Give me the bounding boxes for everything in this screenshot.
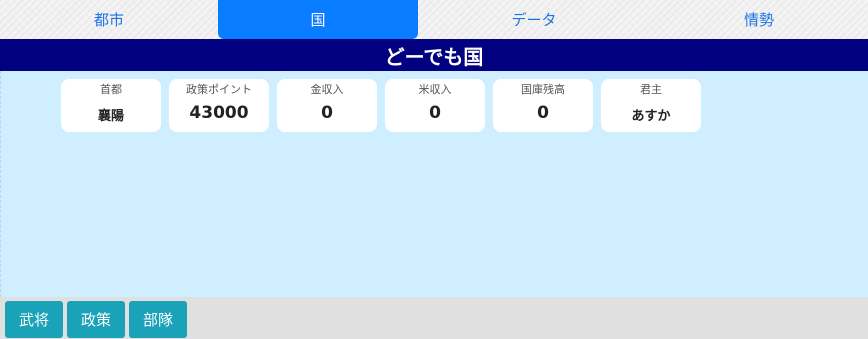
stat-label: 米収入	[418, 83, 452, 96]
stat-value: 0	[429, 103, 441, 123]
tab-data[interactable]: データ	[418, 0, 650, 39]
stat-value: 襄陽	[97, 109, 124, 124]
stat-label: 首都	[100, 83, 122, 96]
stat-value: 0	[321, 103, 333, 123]
stat-label: 君主	[640, 83, 662, 96]
tab-situation[interactable]: 情勢	[650, 0, 868, 39]
stat-card-ruler: 君主 あすか	[601, 79, 701, 132]
stat-label: 国庫残高	[521, 83, 565, 96]
country-name: どーでも国	[384, 44, 484, 69]
stat-card-capital: 首都 襄陽	[61, 79, 161, 132]
stat-value: 43000	[189, 103, 249, 123]
stat-card-rice-income: 米収入 0	[385, 79, 485, 132]
stat-value: 0	[537, 103, 549, 123]
stat-label: 金収入	[310, 83, 344, 96]
country-title: どーでも国	[0, 39, 868, 71]
stat-card-policy-points: 政策ポイント 43000	[169, 79, 269, 132]
stat-label: 政策ポイント	[186, 83, 252, 96]
stat-card-gold-income: 金収入 0	[277, 79, 377, 132]
tab-city[interactable]: 都市	[0, 0, 218, 39]
bottom-action-bar: 武将 政策 部隊	[0, 297, 868, 339]
tab-country[interactable]: 国	[218, 0, 418, 39]
main-content: 首都 襄陽 政策ポイント 43000 金収入 0 米収入 0 国庫残高 0 君主…	[0, 71, 868, 297]
stats-cards: 首都 襄陽 政策ポイント 43000 金収入 0 米収入 0 国庫残高 0 君主…	[61, 79, 701, 132]
top-tab-bar: 都市 国 データ 情勢	[0, 0, 868, 39]
policy-button[interactable]: 政策	[67, 301, 125, 338]
units-button[interactable]: 部隊	[129, 301, 187, 338]
officers-button[interactable]: 武将	[5, 301, 63, 338]
stat-value: あすか	[631, 109, 671, 124]
stat-card-treasury: 国庫残高 0	[493, 79, 593, 132]
